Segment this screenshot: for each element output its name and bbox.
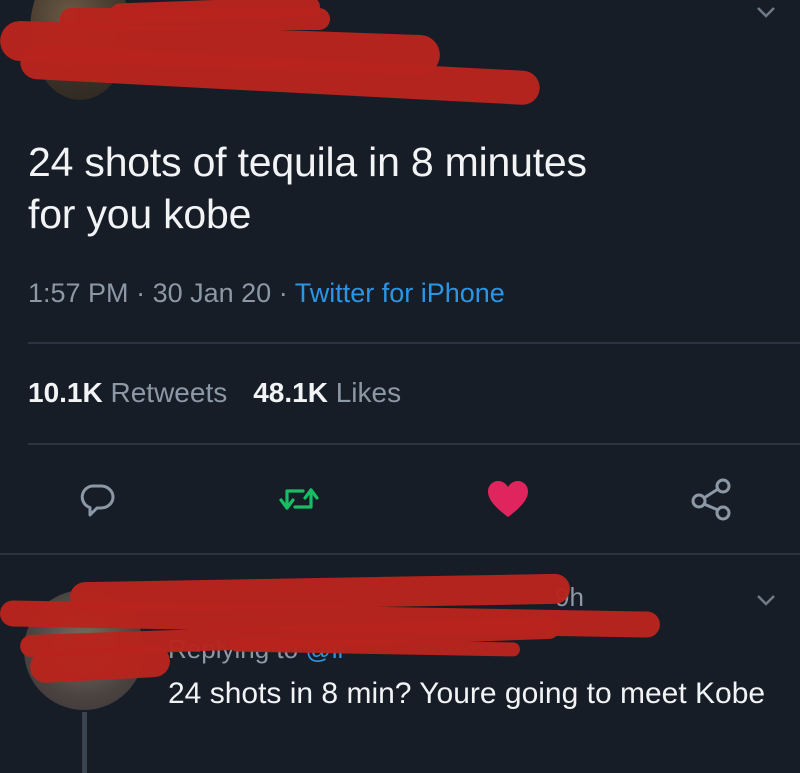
tweet-text-line: for you kobe bbox=[28, 191, 252, 237]
thread-line bbox=[82, 712, 87, 773]
chevron-down-icon[interactable] bbox=[754, 590, 778, 610]
tweet-text: 24 shots of tequila in 8 minutes for you… bbox=[28, 136, 768, 240]
tweet-date[interactable]: 30 Jan 20 bbox=[153, 278, 272, 308]
separator: · bbox=[278, 278, 288, 308]
like-button[interactable] bbox=[483, 474, 533, 524]
share-button[interactable] bbox=[686, 474, 736, 524]
tweet-source-link[interactable]: Twitter for iPhone bbox=[295, 278, 505, 308]
redaction-mark bbox=[29, 644, 171, 684]
divider bbox=[28, 342, 800, 344]
share-icon bbox=[691, 478, 731, 521]
likes-count: 48.1K bbox=[253, 377, 328, 408]
divider bbox=[0, 553, 800, 555]
likes-label: Likes bbox=[335, 377, 402, 408]
retweets-stat[interactable]: 10.1K Retweets bbox=[28, 377, 227, 408]
chevron-down-icon[interactable] bbox=[754, 2, 778, 22]
tweet-metadata: 1:57 PM · 30 Jan 20 · Twitter for iPhone bbox=[28, 278, 505, 309]
retweet-icon bbox=[279, 488, 319, 510]
likes-stat[interactable]: 48.1K Likes bbox=[253, 377, 401, 408]
retweet-button[interactable] bbox=[274, 474, 324, 524]
tweet-stats: 10.1K Retweets 48.1K Likes bbox=[28, 377, 401, 409]
retweets-count: 10.1K bbox=[28, 377, 103, 408]
heart-icon bbox=[488, 481, 528, 517]
reply-icon bbox=[80, 484, 115, 517]
separator: · bbox=[136, 278, 146, 308]
retweets-label: Retweets bbox=[110, 377, 228, 408]
reply-text: 24 shots in 8 min? Youre going to meet K… bbox=[168, 677, 766, 710]
tweet-text-line: 24 shots of tequila in 8 minutes bbox=[28, 139, 587, 185]
divider bbox=[28, 443, 800, 445]
reply-button[interactable] bbox=[72, 474, 122, 524]
tweet-time[interactable]: 1:57 PM bbox=[28, 278, 129, 308]
